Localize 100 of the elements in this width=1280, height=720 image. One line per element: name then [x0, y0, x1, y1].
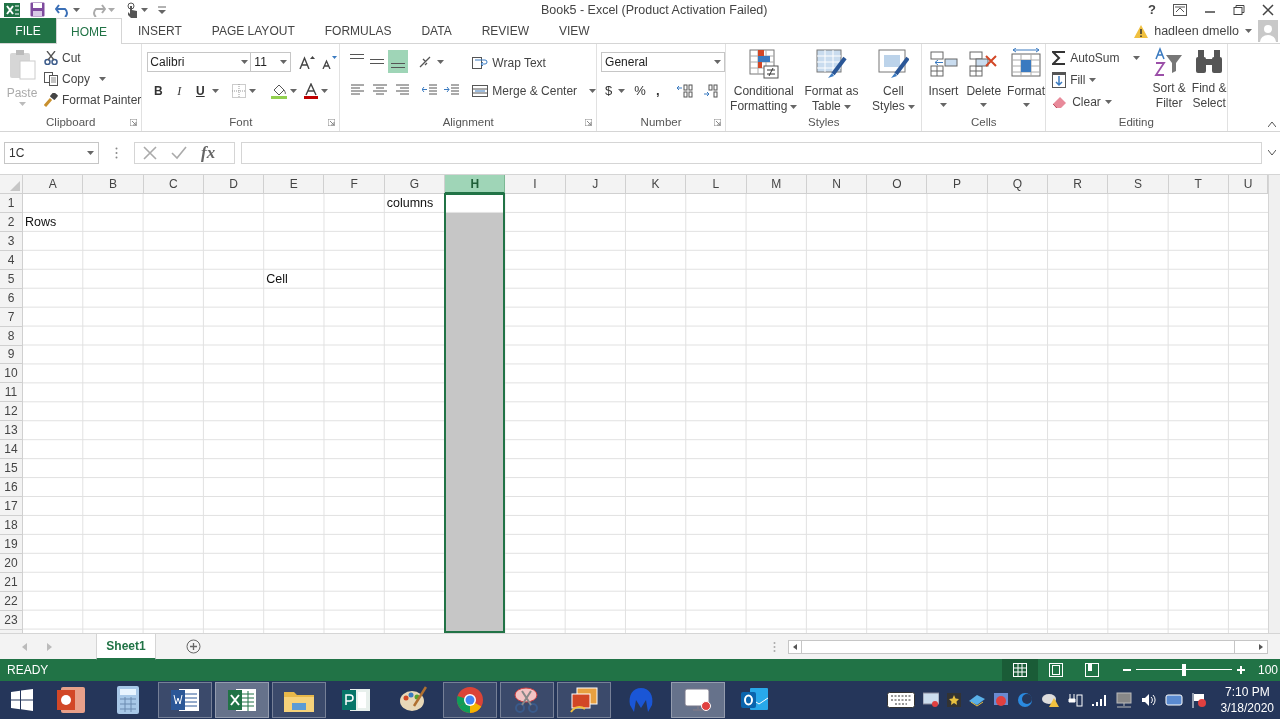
ribbon-tab[interactable]: HOME: [56, 18, 122, 44]
comma-button[interactable]: ,: [652, 81, 663, 101]
customize-icon[interactable]: [158, 5, 166, 14]
row-header[interactable]: 11: [0, 383, 23, 403]
column-header[interactable]: S: [1108, 175, 1169, 194]
autosum-button[interactable]: AutoSum: [1052, 47, 1141, 68]
format-painter-button[interactable]: Format Painter: [44, 89, 142, 110]
row-header[interactable]: 15: [0, 459, 23, 479]
font-name-field[interactable]: Calibri: [147, 52, 252, 72]
view-button[interactable]: [1002, 659, 1038, 681]
moon-tray-icon[interactable]: [1016, 692, 1033, 708]
merge-center-button[interactable]: Merge & Center: [472, 80, 597, 101]
clock-time[interactable]: 7:10 PM: [1224, 684, 1270, 700]
dialog-launcher-icon[interactable]: [585, 119, 593, 126]
borders-button[interactable]: [230, 81, 259, 101]
taskbar-app[interactable]: [557, 682, 611, 718]
find-select-button[interactable]: Find & Select: [1191, 47, 1227, 115]
column-header[interactable]: U: [1228, 175, 1268, 194]
dialog-launcher-icon[interactable]: [130, 119, 138, 126]
bold-button[interactable]: B: [149, 81, 168, 101]
column-header[interactable]: L: [686, 175, 747, 194]
row-header[interactable]: 16: [0, 478, 23, 497]
taskbar-app[interactable]: [158, 682, 212, 718]
bottom-align-button[interactable]: [388, 50, 409, 73]
zoom-level[interactable]: 100: [1258, 661, 1280, 679]
row-header[interactable]: 1: [0, 194, 23, 213]
column-header[interactable]: J: [565, 175, 626, 194]
expand-formula-icon[interactable]: [1268, 150, 1276, 156]
font-size-field[interactable]: 11: [251, 52, 292, 72]
copy-button[interactable]: Copy: [44, 68, 142, 89]
sheet-tab[interactable]: Sheet1: [96, 633, 156, 660]
zoom-thumb[interactable]: [1182, 664, 1186, 676]
column-header[interactable]: H: [445, 175, 506, 194]
start-icon[interactable]: [11, 689, 33, 711]
taskbar-app[interactable]: [500, 682, 554, 718]
keyboard-icon[interactable]: [886, 692, 915, 708]
collapse-ribbon-icon[interactable]: [1268, 121, 1276, 127]
volume-icon[interactable]: [1140, 693, 1157, 707]
column-header[interactable]: G: [384, 175, 446, 194]
column-header[interactable]: N: [806, 175, 868, 194]
signal-icon[interactable]: [1090, 693, 1107, 707]
cells-button[interactable]: Delete: [966, 48, 1002, 115]
style-button[interactable]: Cell Styles: [865, 48, 922, 115]
touch-icon[interactable]: [125, 1, 139, 18]
column-header[interactable]: O: [867, 175, 928, 194]
name-box[interactable]: 1C: [4, 142, 99, 164]
account-button[interactable]: hadleen dmello: [1154, 21, 1252, 41]
restore-icon[interactable]: [1233, 3, 1245, 16]
display-tray-icon[interactable]: [1164, 693, 1183, 707]
help-button[interactable]: ?: [1148, 0, 1156, 20]
column-header[interactable]: B: [83, 175, 144, 194]
clock-date[interactable]: 3/18/2020: [1220, 700, 1274, 716]
row-header[interactable]: 13: [0, 421, 23, 441]
ribbon-tab[interactable]: VIEW: [545, 18, 604, 43]
column-header[interactable]: K: [625, 175, 687, 194]
style-button[interactable]: Conditional Formatting: [730, 48, 798, 115]
power-tray-icon[interactable]: [1066, 692, 1083, 708]
cloud-warning-icon[interactable]: [1040, 692, 1059, 708]
italic-button[interactable]: I: [170, 81, 189, 101]
column-header[interactable]: P: [927, 175, 988, 194]
column-header[interactable]: F: [324, 175, 385, 194]
recorder-tray-icon[interactable]: [922, 692, 939, 708]
sort-filter-button[interactable]: Sort & Filter: [1152, 47, 1186, 115]
underline-button[interactable]: U: [191, 81, 210, 101]
number-format-field[interactable]: General: [601, 52, 726, 72]
save-icon[interactable]: [30, 2, 45, 17]
row-header[interactable]: 14: [0, 440, 23, 460]
clear-button[interactable]: Clear: [1052, 91, 1141, 112]
currency-button[interactable]: $: [605, 81, 626, 101]
taskbar-app[interactable]: [443, 682, 497, 718]
ribbon-tab[interactable]: REVIEW: [467, 18, 543, 43]
column-header[interactable]: C: [143, 175, 204, 194]
taskbar-app[interactable]: [215, 682, 269, 718]
column-header[interactable]: I: [505, 175, 566, 194]
ribbon-tab[interactable]: PAGE LAYOUT: [197, 18, 309, 43]
flag-tray-icon[interactable]: [1190, 692, 1207, 708]
fill-button[interactable]: Fill: [1052, 69, 1141, 90]
column-header[interactable]: A: [23, 175, 84, 194]
cells-button[interactable]: Format: [1007, 48, 1046, 115]
add-sheet-icon[interactable]: [186, 639, 201, 654]
column-header[interactable]: Q: [987, 175, 1049, 194]
zoom-in-icon[interactable]: [1236, 665, 1246, 675]
formula-input[interactable]: [241, 142, 1262, 164]
column-header[interactable]: R: [1048, 175, 1109, 194]
vertical-scrollbar[interactable]: [1268, 175, 1280, 633]
percent-button[interactable]: %: [634, 81, 646, 101]
alert-tray-icon[interactable]: [992, 692, 1009, 708]
ribbon-tab[interactable]: INSERT: [124, 18, 196, 43]
cut-button[interactable]: Cut: [44, 47, 142, 68]
network-icon[interactable]: [1114, 692, 1133, 708]
column-header[interactable]: M: [746, 175, 807, 194]
star-tray-icon[interactable]: [946, 693, 961, 707]
close-icon[interactable]: [1262, 3, 1274, 16]
drive-tray-icon[interactable]: [968, 693, 985, 707]
row-header[interactable]: 12: [0, 402, 23, 422]
zoom-slider[interactable]: [1136, 664, 1232, 676]
row-header[interactable]: 17: [0, 497, 23, 516]
undo-icon[interactable]: [55, 2, 71, 17]
ribbon-display-icon[interactable]: [1173, 3, 1187, 16]
dialog-launcher-icon[interactable]: [714, 119, 722, 126]
